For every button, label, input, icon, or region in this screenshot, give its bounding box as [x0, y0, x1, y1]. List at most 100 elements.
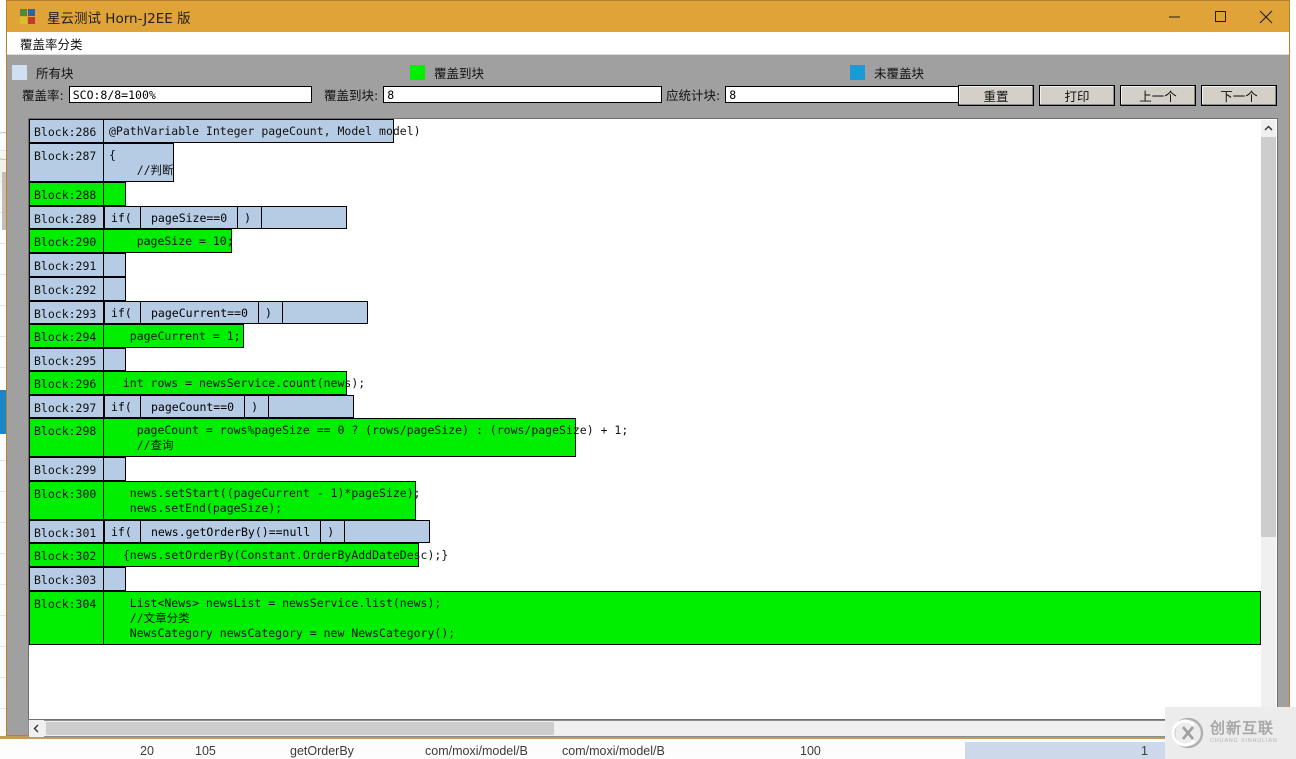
block-row[interactable]: Block:292 [29, 276, 1263, 301]
bg-cell: 20 [140, 744, 154, 758]
block-list: Block:286 @PathVariable Integer pageCount… [29, 119, 1263, 719]
block-id-label: Block:288 [29, 181, 104, 206]
condition-expression: pageSize==0 [141, 205, 239, 229]
block-id-label: Block:286 [29, 119, 104, 143]
next-button[interactable]: 下一个 [1201, 85, 1277, 106]
legend-covered-blocks[interactable]: 覆盖到块 [410, 63, 484, 82]
block-coverage-view[interactable]: Block:286 @PathVariable Integer pageCount… [28, 118, 1278, 720]
block-id-label: Block:302 [29, 543, 104, 567]
block-code: news.setStart((pageCurrent - 1)*pageSize… [104, 481, 421, 521]
previous-button[interactable]: 上一个 [1120, 85, 1196, 106]
reset-button[interactable]: 重置 [958, 85, 1034, 106]
close-icon[interactable] [1243, 1, 1289, 32]
block-row[interactable]: Block:298 pageCount = rows%pageSize == 0… [29, 418, 1263, 458]
block-code: pageSize = 10; [104, 228, 234, 253]
block-code: List<News> newsList = newsService.list(n… [104, 590, 1261, 645]
block-id-label: Block:298 [29, 418, 104, 458]
toolbar-panel: 所有块 覆盖到块 未覆盖块 覆盖率: 覆盖到块: 应统计块: 重置 打印 上一个… [7, 55, 1289, 116]
watermark-text: 创新互联 CHUANG XINHULIAN [1210, 721, 1278, 745]
bg-cell: 100 [800, 744, 821, 758]
condition-close: ) [245, 395, 270, 419]
condition-group: if(news.getOrderBy()==null) [104, 520, 431, 544]
block-id-label: Block:296 [29, 371, 104, 396]
coverage-rate-group: 覆盖率: [22, 85, 312, 104]
block-code: pageCurrent = 1; [104, 323, 244, 348]
total-blocks-group: 应统计块: [666, 85, 1005, 104]
block-row[interactable]: Block:304 List<News> newsList = newsServ… [29, 590, 1263, 645]
app-logo-icon [20, 8, 36, 25]
block-code: pageCount = rows%pageSize == 0 ? (rows/p… [104, 418, 628, 458]
legend-all-blocks[interactable]: 所有块 [12, 63, 74, 82]
block-code: @PathVariable Integer pageCount, Model m… [104, 119, 421, 143]
condition-keyword: if( [104, 205, 141, 229]
block-row[interactable]: Block:299 [29, 457, 1263, 482]
menu-bar: 覆盖率分类 [7, 32, 1289, 55]
vertical-scroll-thumb[interactable] [1261, 137, 1276, 537]
all-blocks-swatch-icon [12, 65, 27, 80]
window-title: 星云测试 Horn-J2EE 版 [47, 10, 191, 27]
bg-cell: com/moxi/model/B [562, 744, 665, 758]
legend-uncovered-blocks[interactable]: 未覆盖块 [850, 63, 924, 82]
condition-close: ) [321, 520, 346, 544]
menu-item-coverage-classification[interactable]: 覆盖率分类 [20, 34, 83, 53]
chevron-left-icon[interactable] [29, 720, 44, 737]
block-row[interactable]: Block:303 [29, 567, 1263, 591]
block-id-label: Block:300 [29, 481, 104, 521]
block-id-label: Block:297 [29, 395, 104, 419]
covered-blocks-label: 覆盖到块: [324, 88, 379, 103]
block-row[interactable]: Block:289 if(pageSize==0) [29, 205, 1263, 229]
condition-expression: pageCount==0 [141, 395, 246, 419]
bg-cell: 105 [195, 744, 216, 758]
block-row[interactable]: Block:290 pageSize = 10; [29, 228, 1263, 253]
legend-label: 未覆盖块 [874, 66, 925, 81]
block-id-label: Block:287 [29, 142, 104, 182]
block-code [104, 276, 126, 301]
block-row[interactable]: Block:301 if(news.getOrderBy()==null) [29, 520, 1263, 544]
block-code: {news.setOrderBy(Constant.OrderByAddDate… [104, 543, 448, 567]
condition-tail [262, 205, 348, 229]
block-id-label: Block:301 [29, 520, 104, 544]
block-id-label: Block:292 [29, 276, 104, 301]
minimize-icon[interactable] [1151, 1, 1197, 32]
block-row[interactable]: Block:291 [29, 252, 1263, 277]
block-row[interactable]: Block:288 [29, 181, 1263, 206]
block-row[interactable]: Block:296 int rows = newsService.count(n… [29, 371, 1263, 396]
block-row[interactable]: Block:297 if(pageCount==0) [29, 395, 1263, 419]
block-id-label: Block:303 [29, 567, 104, 591]
vertical-scrollbar[interactable] [1261, 120, 1276, 719]
horizontal-scroll-thumb[interactable] [46, 722, 554, 735]
covered-blocks-swatch-icon [410, 65, 425, 80]
block-row[interactable]: Block:294 pageCurrent = 1; [29, 323, 1263, 348]
block-id-label: Block:294 [29, 323, 104, 348]
print-button[interactable]: 打印 [1039, 85, 1115, 106]
block-id-label: Block:295 [29, 347, 104, 372]
block-id-label: Block:304 [29, 590, 104, 645]
condition-keyword: if( [104, 520, 141, 544]
chevron-up-icon[interactable] [1261, 120, 1276, 137]
bg-cell: 1 [1141, 744, 1148, 758]
block-row[interactable]: Block:302 {news.setOrderBy(Constant.Orde… [29, 543, 1263, 567]
condition-tail [345, 520, 431, 544]
block-code [104, 347, 126, 372]
covered-blocks-group: 覆盖到块: [324, 85, 663, 104]
cx-logo-icon [1171, 716, 1205, 750]
uncovered-blocks-swatch-icon [850, 65, 865, 80]
block-row[interactable]: Block:300 news.setStart((pageCurrent - 1… [29, 481, 1263, 521]
coverage-rate-input[interactable] [68, 86, 312, 103]
condition-keyword: if( [104, 300, 141, 324]
block-row[interactable]: Block:293 if(pageCurrent==0) [29, 300, 1263, 324]
block-code [104, 252, 126, 277]
condition-expression: news.getOrderBy()==null [141, 520, 322, 544]
block-code: int rows = newsService.count(news); [104, 371, 365, 396]
block-row[interactable]: Block:287{ //判断 [29, 142, 1263, 182]
block-row[interactable]: Block:295 [29, 347, 1263, 372]
condition-close: ) [258, 300, 283, 324]
block-id-label: Block:289 [29, 205, 104, 229]
condition-group: if(pageCurrent==0) [104, 300, 368, 324]
block-row[interactable]: Block:286 @PathVariable Integer pageCount… [29, 119, 1263, 143]
bg-cell: getOrderBy [290, 744, 354, 758]
horizontal-scrollbar[interactable] [28, 720, 1278, 737]
covered-blocks-input[interactable] [383, 86, 663, 103]
bg-cell: com/moxi/model/B [425, 744, 528, 758]
maximize-icon[interactable] [1197, 1, 1243, 32]
